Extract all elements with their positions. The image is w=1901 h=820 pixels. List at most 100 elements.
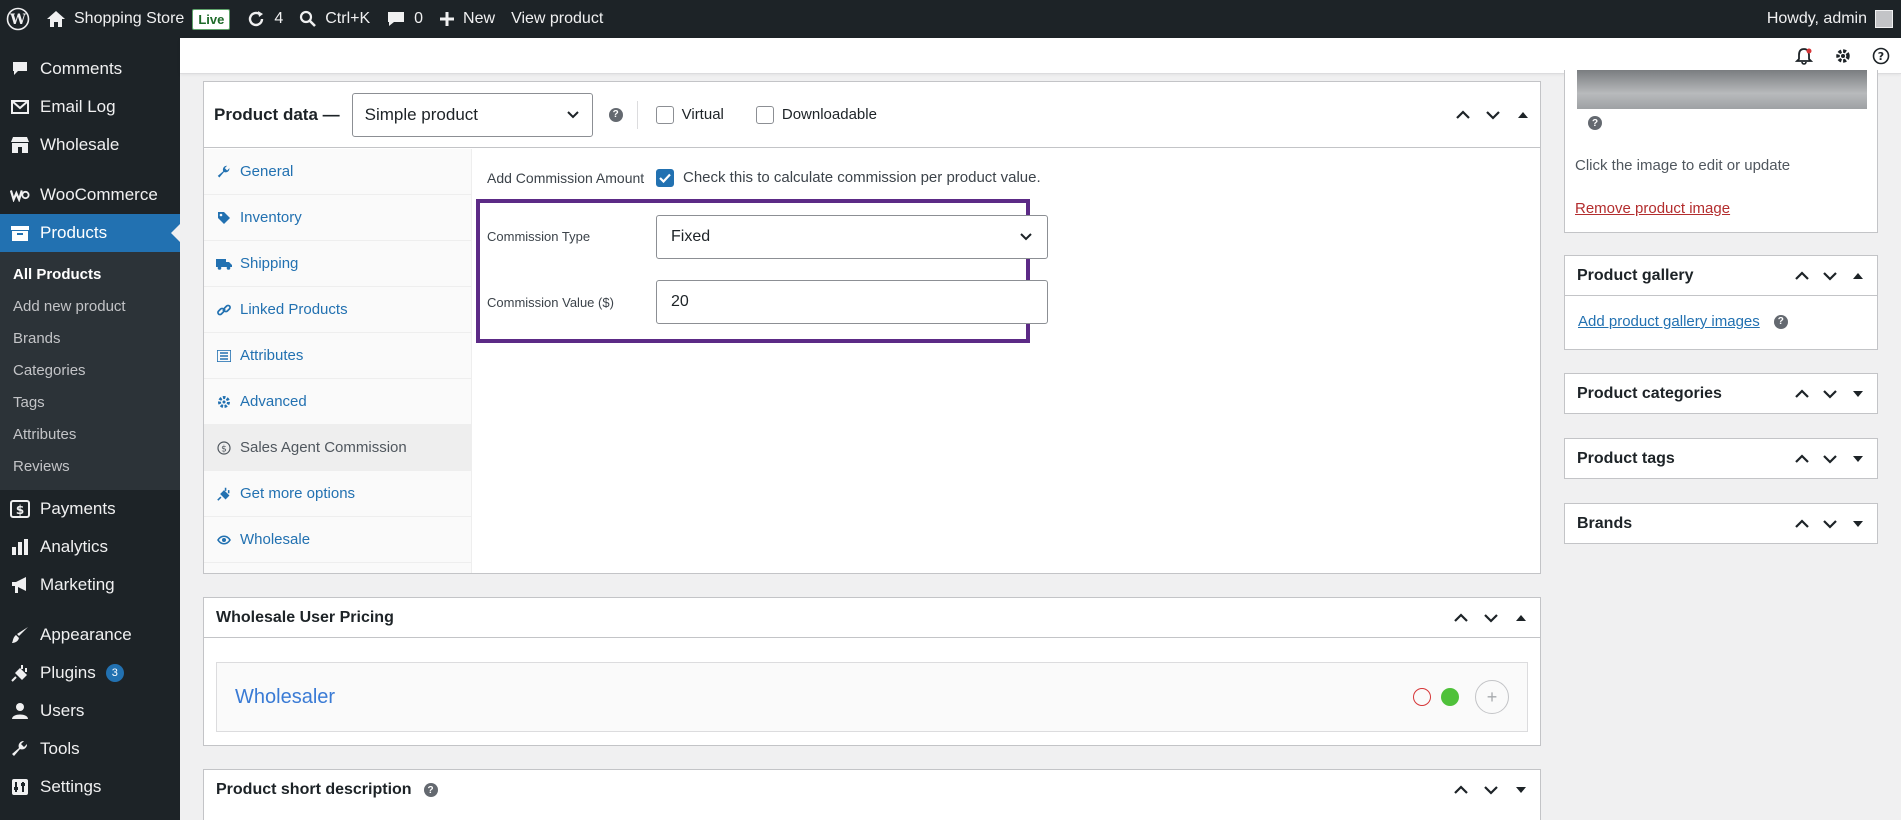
collapse-toggle-icon[interactable] xyxy=(1849,267,1867,285)
move-down-icon[interactable] xyxy=(1821,515,1839,533)
virtual-checkbox-box[interactable] xyxy=(655,105,674,124)
move-down-icon[interactable] xyxy=(1821,385,1839,403)
add-commission-label: Add Commission Amount xyxy=(487,170,645,186)
tab-wholesale[interactable]: Wholesale xyxy=(204,517,471,563)
help-tip-icon[interactable]: ? xyxy=(608,107,623,122)
my-account-link[interactable]: Howdy, admin xyxy=(1759,0,1901,38)
submenu-reviews[interactable]: Reviews xyxy=(0,450,180,482)
commission-type-select[interactable]: Fixed xyxy=(656,215,1048,259)
add-gallery-images-link[interactable]: Add product gallery images xyxy=(1578,313,1760,330)
notification-bell-icon[interactable] xyxy=(1795,47,1813,65)
product-gallery-header: Product gallery xyxy=(1565,256,1877,296)
menu-label: Users xyxy=(40,701,85,720)
move-up-icon[interactable] xyxy=(1452,609,1470,627)
menu-label: Settings xyxy=(40,777,102,796)
comments-link[interactable]: 0 xyxy=(378,0,431,38)
analytics-icon xyxy=(10,537,30,557)
box-controls xyxy=(1793,450,1877,468)
menu-email-log[interactable]: Email Log xyxy=(0,88,180,126)
menu-users[interactable]: Users xyxy=(0,692,180,730)
menu-woocommerce[interactable]: WooCommerce xyxy=(0,176,180,214)
product-image-thumbnail[interactable] xyxy=(1577,70,1867,109)
user-icon xyxy=(10,701,30,721)
menu-settings[interactable]: Settings xyxy=(0,768,180,806)
collapse-toggle-icon[interactable] xyxy=(1849,515,1867,533)
help-circle-icon[interactable]: ? xyxy=(1872,47,1890,65)
menu-payments[interactable]: $ Payments xyxy=(0,490,180,528)
downloadable-checkbox-box[interactable] xyxy=(755,105,774,124)
move-up-icon[interactable] xyxy=(1793,267,1811,285)
home-icon xyxy=(46,10,66,28)
collapse-toggle-icon[interactable] xyxy=(1849,385,1867,403)
move-up-icon[interactable] xyxy=(1454,106,1472,124)
collapse-toggle-icon[interactable] xyxy=(1849,450,1867,468)
add-circle-icon[interactable]: + xyxy=(1475,680,1509,714)
submenu-categories[interactable]: Categories xyxy=(0,354,180,386)
help-tip-icon[interactable]: ? xyxy=(1773,314,1788,329)
remove-product-image-link[interactable]: Remove product image xyxy=(1575,200,1730,217)
collapse-toggle-icon[interactable] xyxy=(1514,106,1532,124)
brands-header: Brands xyxy=(1565,504,1877,543)
move-up-icon[interactable] xyxy=(1452,781,1470,799)
new-content-link[interactable]: New xyxy=(431,0,503,38)
wholesale-role-name[interactable]: Wholesaler xyxy=(235,686,335,709)
move-up-icon[interactable] xyxy=(1793,515,1811,533)
tab-linked-products[interactable]: Linked Products xyxy=(204,287,471,333)
menu-tools[interactable]: Tools xyxy=(0,730,180,768)
commission-value-input[interactable]: 20 xyxy=(656,280,1048,324)
submenu-brands[interactable]: Brands xyxy=(0,322,180,354)
tab-general[interactable]: General xyxy=(204,149,471,195)
submenu-all-products[interactable]: All Products xyxy=(0,258,180,290)
move-up-icon[interactable] xyxy=(1793,385,1811,403)
move-up-icon[interactable] xyxy=(1793,450,1811,468)
menu-appearance[interactable]: Appearance xyxy=(0,616,180,654)
site-name-link[interactable]: Shopping Store Live xyxy=(38,0,238,38)
status-active-icon[interactable] xyxy=(1441,688,1459,706)
product-data-header: Product data — Simple product ? Virtual … xyxy=(204,82,1540,148)
command-palette-link[interactable]: Ctrl+K xyxy=(291,0,378,38)
status-inactive-icon[interactable] xyxy=(1413,688,1431,706)
product-type-select[interactable]: Simple product xyxy=(351,92,593,137)
tab-shipping[interactable]: Shipping xyxy=(204,241,471,287)
tab-advanced[interactable]: Advanced xyxy=(204,379,471,425)
wholesale-role-actions: + xyxy=(1413,680,1527,714)
tab-inventory[interactable]: Inventory xyxy=(204,195,471,241)
tab-sales-agent-commission[interactable]: $ Sales Agent Commission xyxy=(204,425,471,471)
submenu-add-new-product[interactable]: Add new product xyxy=(0,290,180,322)
add-commission-checkbox[interactable] xyxy=(656,169,674,187)
brands-box: Brands xyxy=(1564,503,1878,544)
view-product-link[interactable]: View product xyxy=(503,0,611,38)
tab-get-more-options[interactable]: Get more options xyxy=(204,471,471,517)
menu-analytics[interactable]: Analytics xyxy=(0,528,180,566)
downloadable-checkbox[interactable]: Downloadable xyxy=(755,105,877,124)
move-down-icon[interactable] xyxy=(1482,781,1500,799)
virtual-checkbox[interactable]: Virtual xyxy=(655,105,724,124)
submenu-tags[interactable]: Tags xyxy=(0,386,180,418)
move-down-icon[interactable] xyxy=(1484,106,1502,124)
tab-attributes[interactable]: Attributes xyxy=(204,333,471,379)
collapse-toggle-icon[interactable] xyxy=(1512,781,1530,799)
collapse-toggle-icon[interactable] xyxy=(1512,609,1530,627)
menu-marketing[interactable]: Marketing xyxy=(0,566,180,604)
move-down-icon[interactable] xyxy=(1821,267,1839,285)
commission-value-label: Commission Value ($) xyxy=(487,295,614,310)
short-description-header: Product short description ? xyxy=(204,770,1540,810)
menu-plugins[interactable]: Plugins 3 xyxy=(0,654,180,692)
menu-wholesale[interactable]: Wholesale xyxy=(0,126,180,164)
store-icon xyxy=(10,135,30,155)
gear-icon[interactable] xyxy=(1834,47,1852,65)
menu-products[interactable]: Products xyxy=(0,214,180,252)
wordpress-logo-icon[interactable]: W xyxy=(0,0,38,38)
box-controls xyxy=(1452,609,1540,627)
move-down-icon[interactable] xyxy=(1482,609,1500,627)
list-icon xyxy=(216,348,232,364)
help-tip-icon[interactable]: ? xyxy=(1588,116,1602,130)
help-tip-icon[interactable]: ? xyxy=(423,783,438,797)
submenu-attributes[interactable]: Attributes xyxy=(0,418,180,450)
email-icon xyxy=(10,97,30,117)
menu-comments[interactable]: Comments xyxy=(0,50,180,88)
updates-link[interactable]: 4 xyxy=(238,0,291,38)
move-down-icon[interactable] xyxy=(1821,450,1839,468)
product-data-box: Product data — Simple product ? Virtual … xyxy=(203,81,1541,574)
megaphone-icon xyxy=(10,575,30,595)
